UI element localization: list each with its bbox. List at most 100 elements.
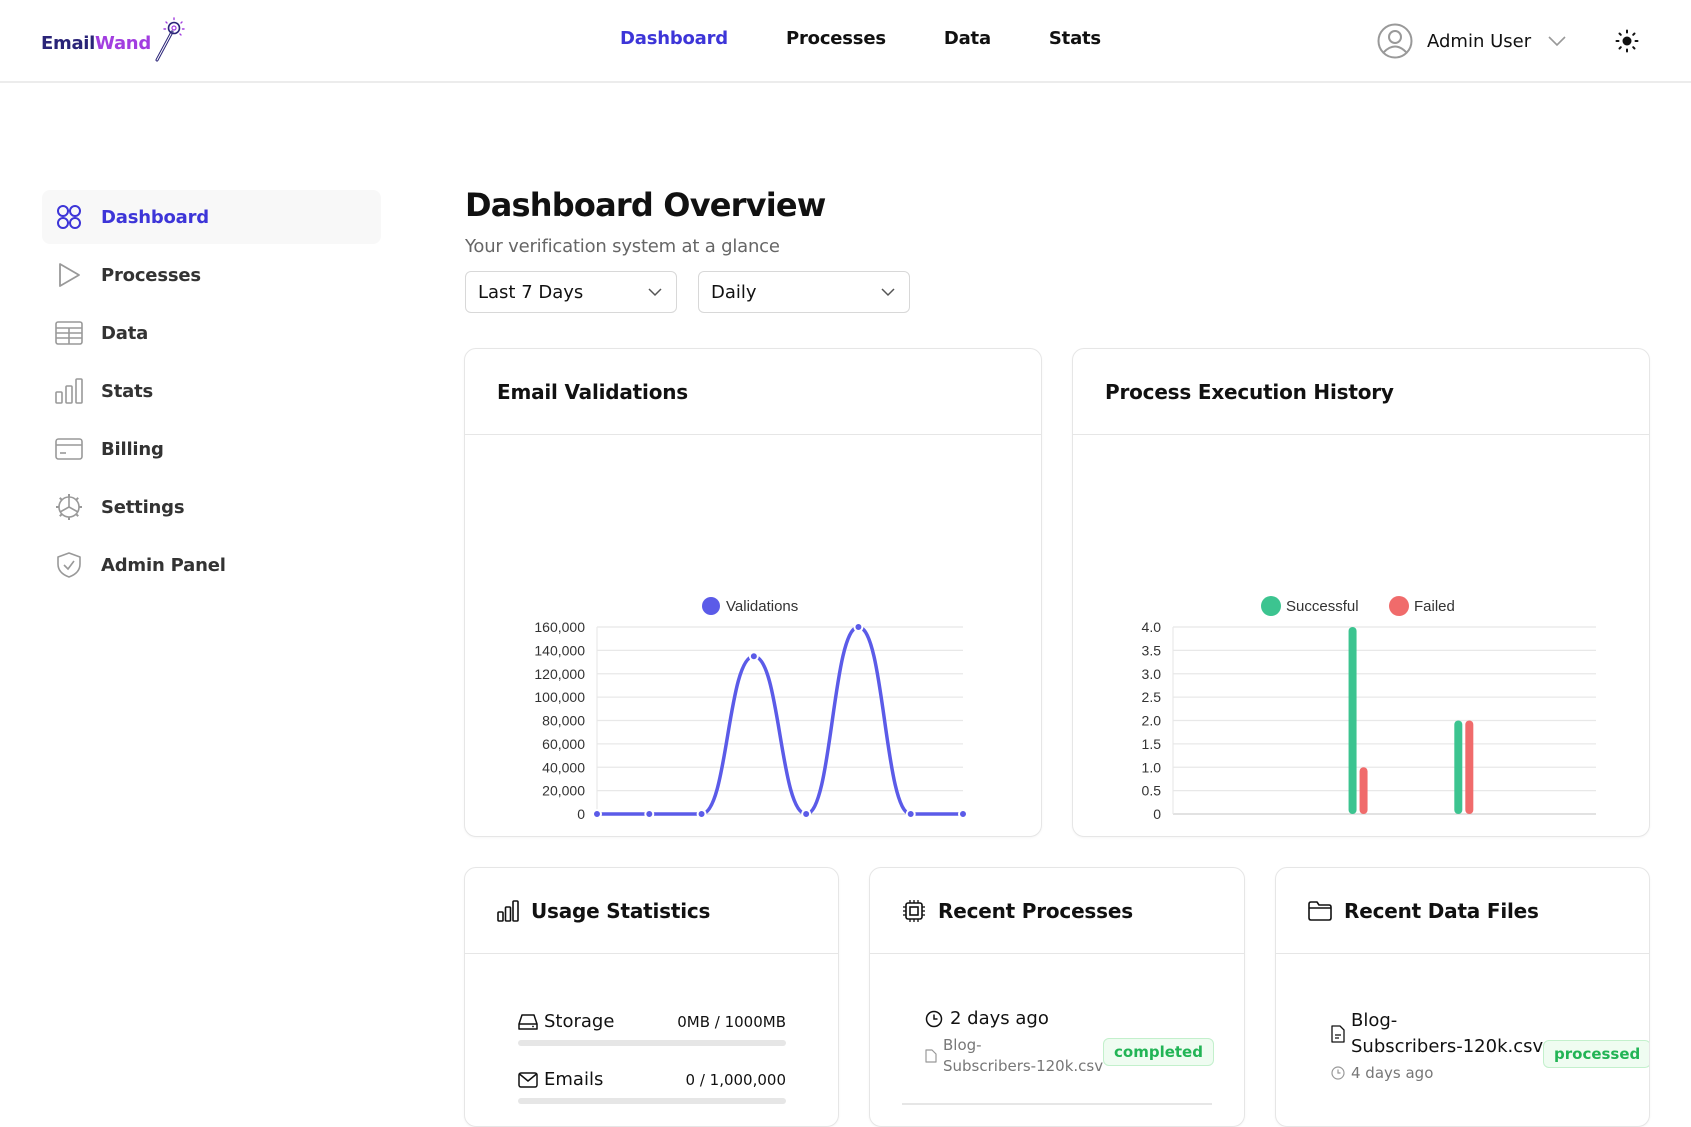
- legend-marker-successful: [1261, 596, 1281, 616]
- y-tick-label: 0: [1153, 806, 1161, 822]
- sidebar-item-admin-panel[interactable]: Admin Panel: [42, 538, 381, 592]
- card-header: Email Validations: [465, 349, 1041, 435]
- sidebar-item-dashboard[interactable]: Dashboard: [42, 190, 381, 244]
- data-point: [801, 809, 812, 819]
- folder-icon: [1308, 900, 1332, 921]
- file-text-icon: [1331, 1025, 1345, 1043]
- file-icon: [925, 1049, 937, 1063]
- sidebar-item-billing[interactable]: Billing: [42, 422, 381, 476]
- card-header: Usage Statistics: [465, 868, 838, 954]
- usage-row-storage: Storage 0MB / 1000MB: [518, 1011, 786, 1046]
- card-title: Usage Statistics: [531, 898, 711, 923]
- process-list-item[interactable]: 2 days ago Blog- Subscribers-120k.csv com…: [925, 1008, 1215, 1098]
- bar-failed: [1359, 767, 1368, 814]
- usage-statistics-card: Usage Statistics Storage 0MB / 1000MB Em…: [464, 867, 839, 1127]
- usage-label: Emails: [544, 1069, 604, 1090]
- y-tick-label: 140,000: [534, 642, 585, 658]
- logo-text-wand: Wand: [95, 32, 151, 54]
- legend-label-failed: Failed: [1414, 598, 1455, 615]
- legend-marker-failed: [1389, 596, 1409, 616]
- logo[interactable]: Email Wand: [41, 17, 187, 66]
- magic-wand-icon: [155, 17, 185, 62]
- topnav-data[interactable]: Data: [944, 28, 991, 49]
- legend-label-successful: Successful: [1286, 598, 1359, 615]
- chevron-down-icon: [1548, 36, 1566, 47]
- y-tick-label: 0: [577, 806, 585, 822]
- sidebar-item-label: Admin Panel: [101, 554, 226, 576]
- process-time: 2 days ago: [950, 1008, 1049, 1029]
- card-title: Email Validations: [497, 379, 688, 404]
- data-point: [592, 809, 602, 819]
- usage-value: 0MB / 1000MB: [677, 1012, 786, 1031]
- table-icon: [55, 319, 83, 347]
- page-title: Dashboard Overview: [465, 186, 826, 224]
- email-validations-card: Email Validations Validations 0 20,000 40,0…: [464, 348, 1042, 837]
- y-tick-label: 4.0: [1142, 619, 1162, 635]
- sidebar-item-label: Settings: [101, 496, 185, 518]
- date-range-select[interactable]: Last 7 Days: [465, 271, 677, 313]
- file-name: Blog- Subscribers-120k.csv: [1351, 1010, 1544, 1057]
- date-range-value: Last 7 Days: [478, 281, 584, 303]
- recent-data-files-card: Recent Data Files Blog- Subscribers-120k.…: [1275, 867, 1650, 1127]
- cpu-icon: [902, 899, 926, 923]
- bar-chart-icon: [55, 377, 83, 405]
- data-point: [696, 809, 707, 819]
- y-tick-label: 0.5: [1142, 783, 1162, 799]
- card-title: Recent Processes: [938, 898, 1133, 923]
- bar-failed: [1465, 720, 1474, 814]
- y-tick-label: 1.5: [1142, 736, 1162, 752]
- topnav-dashboard[interactable]: Dashboard: [620, 28, 728, 49]
- bar-chart-icon: [497, 899, 519, 922]
- credit-card-icon: [55, 435, 83, 463]
- hard-drive-icon: [518, 1013, 538, 1030]
- sidebar-item-label: Billing: [101, 438, 164, 460]
- y-tick-label: 20,000: [542, 783, 585, 799]
- topnav-processes[interactable]: Processes: [786, 28, 886, 49]
- bar-successful: [1454, 720, 1463, 814]
- card-title: Recent Data Files: [1344, 898, 1539, 923]
- sidebar-item-processes[interactable]: Processes: [42, 248, 381, 302]
- user-menu[interactable]: Admin User: [1377, 23, 1567, 59]
- card-header: Process Execution History: [1073, 349, 1649, 435]
- card-title: Process Execution History: [1105, 379, 1394, 404]
- play-icon: [55, 261, 83, 289]
- chevron-down-icon: [881, 287, 895, 296]
- data-file-list-item[interactable]: Blog- Subscribers-120k.csv 4 days ago pro…: [1331, 1008, 1649, 1108]
- sun-icon: [1615, 29, 1639, 53]
- grid-icon: [55, 203, 83, 231]
- theme-toggle-button[interactable]: [1615, 29, 1639, 57]
- sidebar-item-label: Data: [101, 322, 149, 344]
- sidebar-item-label: Processes: [101, 264, 201, 286]
- legend-marker-validations: [702, 597, 720, 615]
- mail-icon: [518, 1071, 538, 1088]
- sidebar-item-label: Stats: [101, 380, 154, 402]
- sidebar-item-label: Dashboard: [101, 206, 209, 228]
- process-file: Blog- Subscribers-120k.csv: [943, 1036, 1104, 1075]
- sidebar-item-stats[interactable]: Stats: [42, 364, 381, 418]
- y-tick-label: 60,000: [542, 736, 585, 752]
- y-tick-label: 2.0: [1142, 713, 1162, 729]
- usage-value: 0 / 1,000,000: [685, 1070, 786, 1089]
- file-time: 4 days ago: [1351, 1064, 1434, 1082]
- y-tick-label: 3.0: [1142, 666, 1162, 682]
- main-content: Dashboard Overview Your verification sys…: [465, 186, 1650, 313]
- shield-check-icon: [55, 551, 83, 579]
- sidebar-item-settings[interactable]: Settings: [42, 480, 381, 534]
- clock-icon: [925, 1010, 943, 1027]
- y-tick-label: 2.5: [1142, 689, 1162, 705]
- legend-label-validations: Validations: [726, 598, 798, 615]
- data-point: [644, 809, 655, 819]
- user-name: Admin User: [1427, 30, 1532, 52]
- email-validations-chart: Validations 0 20,000 40,000 60,000 80,000 100,…: [534, 597, 975, 836]
- sidebar-item-data[interactable]: Data: [42, 306, 381, 360]
- process-history-card: Process Execution History Successful Fail…: [1072, 348, 1650, 837]
- top-navbar: Email Wand Dashboard Processes Data Stats…: [0, 0, 1691, 83]
- data-point: [853, 622, 864, 632]
- card-header: Recent Data Files: [1276, 868, 1649, 954]
- topnav-stats[interactable]: Stats: [1049, 28, 1101, 49]
- page-subtitle: Your verification system at a glance: [465, 236, 780, 257]
- granularity-select[interactable]: Daily: [698, 271, 910, 313]
- process-history-chart: Successful Failed 0 0.5 1.0 1.5 2.0 2.5 3.0 3.5 4.…: [1142, 596, 1596, 836]
- data-point: [958, 809, 968, 819]
- top-nav: Dashboard Processes Data Stats: [620, 28, 1159, 49]
